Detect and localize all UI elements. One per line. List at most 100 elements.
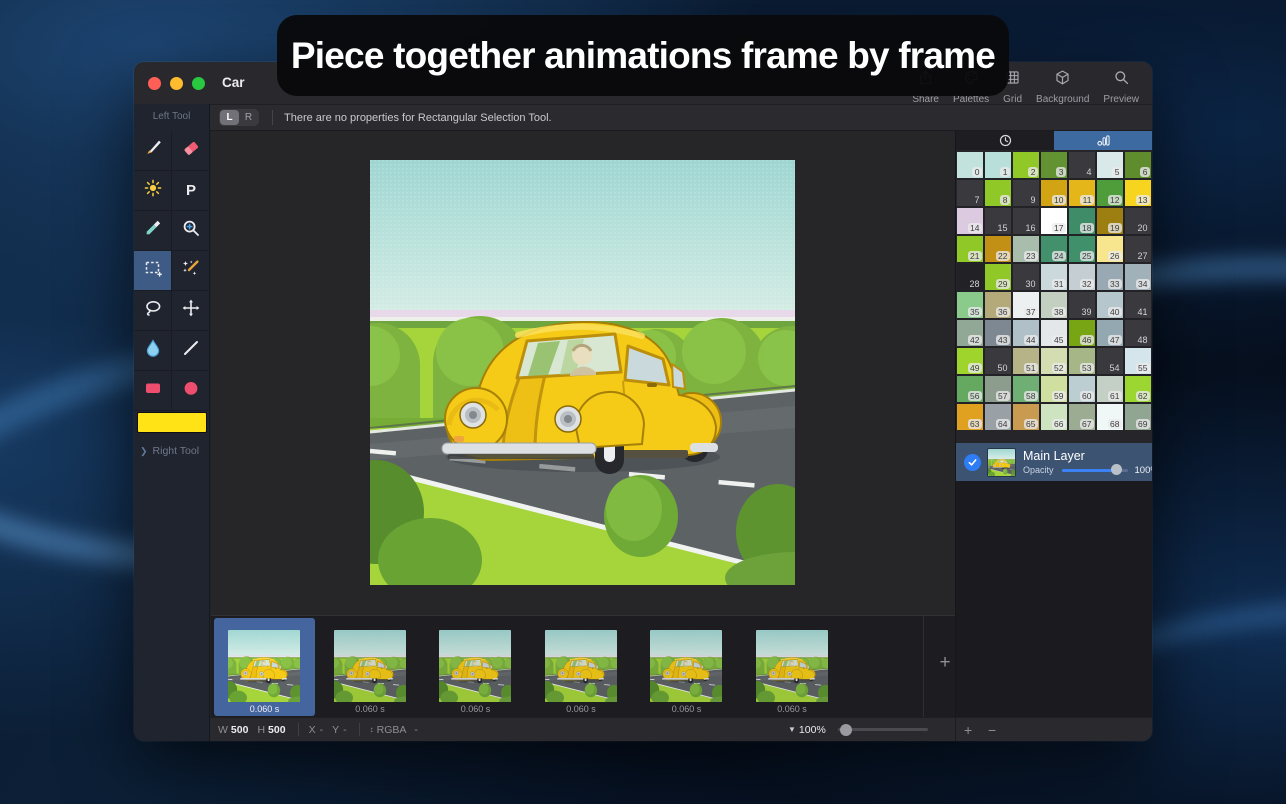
tab-recent-colors[interactable] <box>956 131 1054 150</box>
palette-swatch-53[interactable]: 53 <box>1069 348 1095 374</box>
palette-swatch-50[interactable]: 50 <box>985 348 1011 374</box>
palette-swatch-21[interactable]: 21 <box>957 236 983 262</box>
palette-swatch-25[interactable]: 25 <box>1069 236 1095 262</box>
palette-swatch-2[interactable]: 2 <box>1013 152 1039 178</box>
palette-swatch-60[interactable]: 60 <box>1069 376 1095 402</box>
palette-swatch-69[interactable]: 69 <box>1125 404 1151 430</box>
palette-swatch-1[interactable]: 1 <box>985 152 1011 178</box>
palette-swatch-7[interactable]: 7 <box>957 180 983 206</box>
palette-swatch-63[interactable]: 63 <box>957 404 983 430</box>
layer-visibility-checkbox[interactable] <box>964 454 981 471</box>
palette-swatch-28[interactable]: 28 <box>957 264 983 290</box>
tool-pencil[interactable]: P <box>172 171 210 211</box>
add-frame-button[interactable]: + <box>928 652 962 674</box>
palette-swatch-57[interactable]: 57 <box>985 376 1011 402</box>
palette-swatch-65[interactable]: 65 <box>1013 404 1039 430</box>
palette-swatch-54[interactable]: 54 <box>1097 348 1123 374</box>
opacity-slider[interactable] <box>1062 469 1128 472</box>
palette-swatch-37[interactable]: 37 <box>1013 292 1039 318</box>
palette-swatch-44[interactable]: 44 <box>1013 320 1039 346</box>
palette-swatch-14[interactable]: 14 <box>957 208 983 234</box>
color-mode-dropdown[interactable]: RGBA <box>377 724 407 736</box>
palette-swatch-42[interactable]: 42 <box>957 320 983 346</box>
palette-swatch-52[interactable]: 52 <box>1041 348 1067 374</box>
palette-swatch-11[interactable]: 11 <box>1069 180 1095 206</box>
tool-lasso[interactable] <box>134 291 172 331</box>
palette-swatch-18[interactable]: 18 <box>1069 208 1095 234</box>
palette-swatch-4[interactable]: 4 <box>1069 152 1095 178</box>
layer-row-main[interactable]: Main Layer Opacity 100% <box>956 443 1152 481</box>
palette-swatch-43[interactable]: 43 <box>985 320 1011 346</box>
chevron-down-icon[interactable]: ▼ <box>788 725 796 734</box>
palette-swatch-12[interactable]: 12 <box>1097 180 1123 206</box>
animation-frame-1[interactable]: 0.060 s <box>214 618 315 716</box>
palette-swatch-24[interactable]: 24 <box>1041 236 1067 262</box>
palette-swatch-49[interactable]: 49 <box>957 348 983 374</box>
palette-swatch-20[interactable]: 20 <box>1125 208 1151 234</box>
current-color-well[interactable] <box>137 412 207 433</box>
palette-swatch-6[interactable]: 6 <box>1125 152 1151 178</box>
palette-swatch-68[interactable]: 68 <box>1097 404 1123 430</box>
palette-swatch-39[interactable]: 39 <box>1069 292 1095 318</box>
right-tool-segment[interactable]: R <box>239 110 258 125</box>
palette-swatch-45[interactable]: 45 <box>1041 320 1067 346</box>
palette-swatch-51[interactable]: 51 <box>1013 348 1039 374</box>
palette-swatch-58[interactable]: 58 <box>1013 376 1039 402</box>
tool-zoom[interactable] <box>172 211 210 251</box>
palette-swatch-13[interactable]: 13 <box>1125 180 1151 206</box>
left-tool-segment[interactable]: L <box>220 110 239 125</box>
palette-swatch-9[interactable]: 9 <box>1013 180 1039 206</box>
palette-swatch-8[interactable]: 8 <box>985 180 1011 206</box>
palette-swatch-22[interactable]: 22 <box>985 236 1011 262</box>
zoom-slider[interactable] <box>838 728 928 731</box>
tool-ellipse-shape[interactable] <box>172 371 210 411</box>
palette-swatch-36[interactable]: 36 <box>985 292 1011 318</box>
zoom-window-button[interactable] <box>192 77 205 90</box>
palette-swatch-0[interactable]: 0 <box>957 152 983 178</box>
zoom-slider-thumb[interactable] <box>840 724 852 736</box>
toolbar-button-preview[interactable]: Preview <box>1096 65 1146 109</box>
zoom-percent[interactable]: 100% <box>799 724 826 736</box>
palette-swatch-16[interactable]: 16 <box>1013 208 1039 234</box>
tool-brush[interactable] <box>134 131 172 171</box>
tool-lighten[interactable] <box>134 171 172 211</box>
palette-swatch-17[interactable]: 17 <box>1041 208 1067 234</box>
palette-swatch-66[interactable]: 66 <box>1041 404 1067 430</box>
palette-swatch-40[interactable]: 40 <box>1097 292 1123 318</box>
palette-swatch-62[interactable]: 62 <box>1125 376 1151 402</box>
animation-frame-2[interactable]: 0.060 s <box>320 618 421 716</box>
palette-swatch-30[interactable]: 30 <box>1013 264 1039 290</box>
palette-swatch-5[interactable]: 5 <box>1097 152 1123 178</box>
tool-eyedropper[interactable] <box>134 211 172 251</box>
opacity-slider-thumb[interactable] <box>1111 464 1122 475</box>
tool-line[interactable] <box>172 331 210 371</box>
add-layer-button[interactable]: + <box>964 722 972 738</box>
animation-frame-4[interactable]: 0.060 s <box>531 618 632 716</box>
palette-swatch-23[interactable]: 23 <box>1013 236 1039 262</box>
palette-swatch-61[interactable]: 61 <box>1097 376 1123 402</box>
palette-swatch-35[interactable]: 35 <box>957 292 983 318</box>
tab-color-usage[interactable] <box>1054 131 1152 150</box>
palette-swatch-34[interactable]: 34 <box>1125 264 1151 290</box>
palette-swatch-47[interactable]: 47 <box>1097 320 1123 346</box>
tool-rect-select[interactable] <box>134 251 172 291</box>
animation-frame-5[interactable]: 0.060 s <box>636 618 737 716</box>
palette-swatch-27[interactable]: 27 <box>1125 236 1151 262</box>
tool-rect-shape[interactable] <box>134 371 172 411</box>
palette-swatch-59[interactable]: 59 <box>1041 376 1067 402</box>
palette-swatch-15[interactable]: 15 <box>985 208 1011 234</box>
palette-swatch-64[interactable]: 64 <box>985 404 1011 430</box>
palette-swatch-29[interactable]: 29 <box>985 264 1011 290</box>
right-tool-header[interactable]: ❯ Right Tool <box>134 445 210 457</box>
palette-swatch-3[interactable]: 3 <box>1041 152 1067 178</box>
palette-swatch-48[interactable]: 48 <box>1125 320 1151 346</box>
palette-swatch-67[interactable]: 67 <box>1069 404 1095 430</box>
palette-swatch-56[interactable]: 56 <box>957 376 983 402</box>
animation-frame-6[interactable]: 0.060 s <box>742 618 843 716</box>
tool-eraser[interactable] <box>172 131 210 171</box>
tool-move[interactable] <box>172 291 210 331</box>
palette-swatch-41[interactable]: 41 <box>1125 292 1151 318</box>
remove-layer-button[interactable]: − <box>988 722 996 738</box>
left-tool-header[interactable]: Left Tool <box>134 111 209 122</box>
palette-swatch-32[interactable]: 32 <box>1069 264 1095 290</box>
